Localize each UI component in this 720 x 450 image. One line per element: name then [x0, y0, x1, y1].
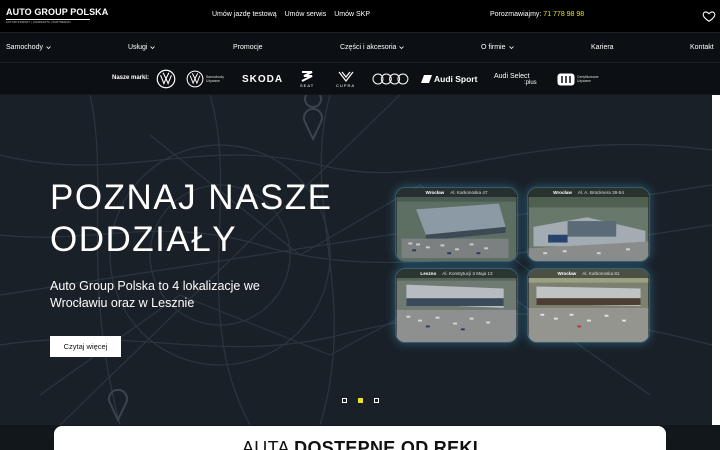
certified-text: Certyfikowane Używane — [577, 75, 598, 83]
dealership-photo — [528, 269, 649, 342]
card-address: Al. Karkonoska 81 — [582, 271, 620, 276]
audi-sport-text: Audi Sport — [434, 74, 478, 84]
read-more-button[interactable]: Czytaj więcej — [50, 336, 121, 357]
section-title-bold: DOSTĘPNE OD RĘKI — [294, 438, 478, 450]
card-city: Wrocław — [425, 190, 445, 195]
nav-label: Części i akcesoria — [340, 44, 397, 51]
audi-select-text: Audi Select — [494, 72, 530, 80]
slider-dot-3[interactable] — [374, 398, 379, 403]
nav-label: Usługi — [128, 44, 148, 51]
section-title-light: AUTA — [241, 438, 295, 450]
top-bar: AUTO GROUP POLSKA AUTORYZOWANY | KOMISAN… — [0, 0, 720, 32]
brands-label: Nasze marki: — [112, 75, 150, 81]
service-link[interactable]: Umów serwis — [285, 11, 327, 18]
card-header: Wrocław Al. A. Brücknera 38-54 — [528, 188, 649, 197]
logo-subtitle: AUTORYZOWANY | KOMISANTA | PARTNERSKI — [6, 21, 71, 24]
card-city: Leszno — [420, 271, 437, 276]
card-header: Leszno Al. Konstytucji 3 Maja 13 — [396, 269, 517, 278]
nav-label: Kontakt — [690, 44, 714, 51]
seat-text: SEAT — [300, 82, 315, 88]
volkswagen-logo-icon — [156, 69, 176, 89]
heart-icon[interactable] — [702, 9, 716, 23]
phone-contact[interactable]: Porozmawiajmy: 71 778 98 98 — [490, 11, 584, 18]
nav-o-firmie[interactable]: O firmie — [481, 44, 514, 51]
nav-label: O firmie — [481, 44, 506, 51]
location-card[interactable]: Wrocław Al. Karkonoska 81 — [527, 268, 650, 343]
skoda-logo: SKODA — [242, 73, 284, 85]
chevron-down-icon — [46, 46, 51, 50]
hero-title-line1: POZNAJ NASZE — [50, 178, 333, 217]
hero-title-line2: ODDZIAŁY — [50, 220, 238, 259]
phone-label: Porozmawiajmy: — [490, 11, 544, 18]
nav-samochody[interactable]: Samochody — [6, 44, 51, 51]
nav-uslugi[interactable]: Usługi — [128, 44, 156, 51]
location-card[interactable]: Wrocław Al. A. Brücknera 38-54 — [527, 187, 650, 262]
vw-used-text: Samochody Używane — [206, 75, 224, 83]
brand-cupra[interactable]: CUPRA — [336, 69, 355, 89]
brand-strip: Nasze marki: Samochody Używane SKODA SEA… — [0, 62, 720, 94]
slider-dot-2[interactable] — [358, 398, 363, 403]
logo-title: AUTO GROUP POLSKA — [6, 7, 109, 17]
dealership-photo — [528, 188, 649, 261]
card-address: Al. A. Brücknera 38-54 — [577, 190, 624, 195]
nav-label: Promocje — [233, 44, 263, 51]
nav-czesci[interactable]: Części i akcesoria — [340, 44, 405, 51]
volkswagen-logo-icon — [186, 70, 204, 88]
cupra-logo-icon — [338, 71, 353, 82]
certified-badge-icon — [557, 73, 575, 85]
nav-kontakt[interactable]: Kontakt — [690, 44, 714, 51]
top-links: Umów jazdę testową Umów serwis Umów SKP — [212, 11, 370, 18]
scrollbar-track[interactable] — [712, 95, 720, 425]
dealership-photo — [396, 269, 517, 342]
card-city: Wrocław — [553, 190, 572, 195]
section-title: AUTA DOSTĘPNE OD RĘKI — [54, 438, 666, 450]
brand-vw-used[interactable]: Samochody Używane — [186, 69, 224, 89]
available-cars-section: AUTA DOSTĘPNE OD RĘKI — [54, 426, 666, 450]
location-card[interactable]: Wrocław Al. Karkonoska 47 — [395, 187, 518, 262]
card-address: Al. Karkonoska 47 — [450, 190, 488, 195]
brand-certified-used[interactable]: Certyfikowane Używane — [557, 69, 598, 89]
nav-promocje[interactable]: Promocje — [233, 44, 263, 51]
card-header: Wrocław Al. Karkonoska 81 — [528, 269, 649, 278]
card-header: Wrocław Al. Karkonoska 47 — [396, 188, 517, 197]
hero-section: POZNAJ NASZE ODDZIAŁY Auto Group Polska … — [0, 95, 712, 425]
certified-line2: Używane — [577, 79, 591, 83]
cupra-text: CUPRA — [336, 82, 356, 88]
slider-dot-1[interactable] — [342, 398, 347, 403]
phone-number[interactable]: 71 778 98 98 — [543, 11, 584, 18]
nav-label: Kariera — [591, 44, 614, 51]
location-card[interactable]: Leszno Al. Konstytucji 3 Maja 13 — [395, 268, 518, 343]
vw-used-line2: Używane — [206, 79, 220, 83]
brand-skoda[interactable]: SKODA — [242, 69, 283, 89]
main-nav: Samochody Usługi Promocje Części i akces… — [0, 32, 720, 62]
test-drive-link[interactable]: Umów jazdę testową — [212, 11, 277, 18]
card-city: Wrocław — [557, 271, 577, 276]
brand-audi-select[interactable]: Audi Select :plus — [494, 69, 537, 89]
nav-label: Samochody — [6, 44, 43, 51]
logo-divider — [6, 19, 90, 20]
brand-volkswagen[interactable] — [156, 69, 176, 89]
chevron-down-icon — [150, 46, 156, 50]
dealership-photo — [396, 188, 517, 261]
skp-link[interactable]: Umów SKP — [334, 11, 370, 18]
audi-rings-icon — [372, 73, 409, 85]
hero-description: Auto Group Polska to 4 lokalizacje we Wr… — [50, 279, 260, 310]
chevron-down-icon — [508, 46, 514, 50]
audi-sport-mark-icon — [421, 75, 432, 83]
brand-audi-sport[interactable]: Audi Sport — [421, 69, 477, 89]
chevron-down-icon — [399, 46, 405, 50]
hero-title: POZNAJ NASZE ODDZIAŁY — [50, 177, 332, 261]
slider-dots — [342, 398, 379, 403]
logo[interactable]: AUTO GROUP POLSKA AUTORYZOWANY | KOMISAN… — [6, 7, 109, 24]
brand-seat[interactable]: SEAT — [300, 69, 314, 89]
brand-audi[interactable] — [372, 69, 409, 89]
card-address: Al. Konstytucji 3 Maja 13 — [442, 271, 493, 276]
audi-select-plus: :plus — [524, 79, 537, 86]
nav-kariera[interactable]: Kariera — [591, 44, 614, 51]
seat-logo-icon — [301, 70, 313, 82]
